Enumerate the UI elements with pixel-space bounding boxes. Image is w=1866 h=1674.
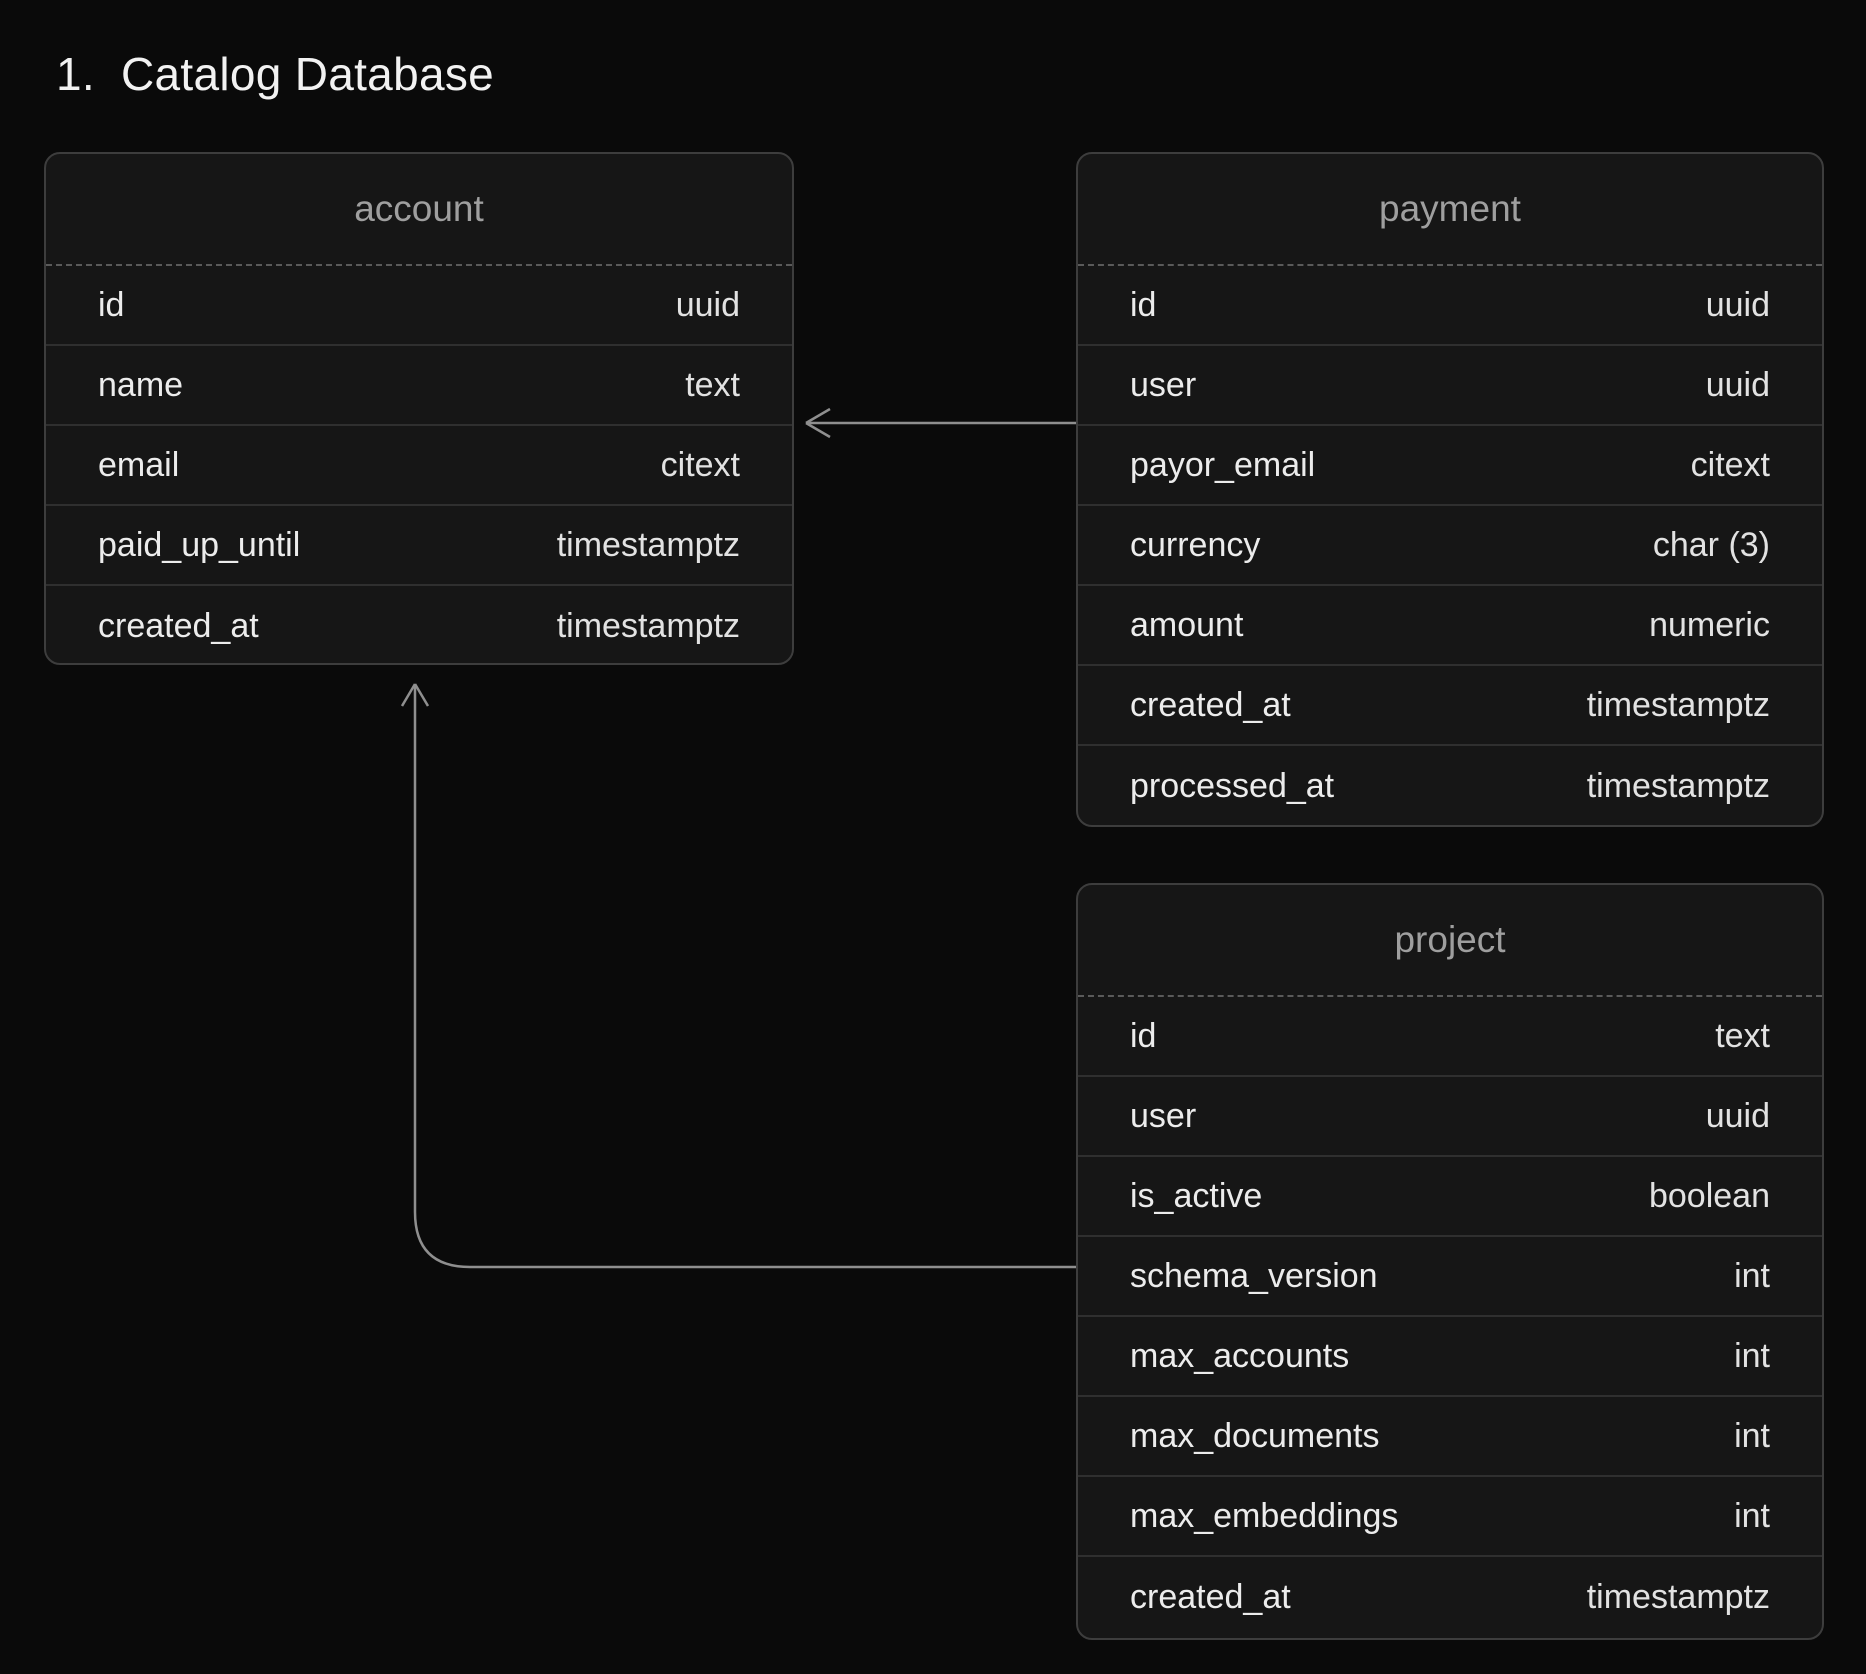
column-type: uuid: [1706, 286, 1770, 325]
table-payment-rows: iduuiduseruuidpayor_emailcitextcurrencyc…: [1078, 266, 1822, 826]
column-type: text: [1715, 1017, 1770, 1056]
column-name: paid_up_until: [98, 526, 300, 565]
column-row: created_at timestamptz: [1078, 666, 1822, 746]
column-name: currency: [1130, 526, 1260, 565]
column-name: schema_version: [1130, 1257, 1378, 1296]
column-name: id: [98, 286, 124, 325]
table-name: payment: [1078, 154, 1822, 266]
column-row: max_embeddings int: [1078, 1477, 1822, 1557]
column-type: numeric: [1649, 606, 1770, 645]
column-row: user uuid: [1078, 1077, 1822, 1157]
column-name: created_at: [98, 607, 259, 646]
page-title-text: Catalog Database: [121, 50, 494, 98]
column-type: timestamptz: [1587, 686, 1770, 725]
column-name: max_documents: [1130, 1417, 1379, 1456]
column-type: char (3): [1653, 526, 1770, 565]
column-name: created_at: [1130, 686, 1291, 725]
column-type: citext: [661, 446, 740, 485]
column-type: int: [1734, 1337, 1770, 1376]
column-name: email: [98, 446, 179, 485]
page-title-number: 1.: [56, 50, 95, 98]
column-row: created_at timestamptz: [1078, 1557, 1822, 1637]
column-row: is_active boolean: [1078, 1157, 1822, 1237]
table-name: account: [46, 154, 792, 266]
column-type: uuid: [1706, 366, 1770, 405]
column-type: uuid: [1706, 1097, 1770, 1136]
table-account-rows: iduuidnametextemailcitextpaid_up_untilti…: [46, 266, 792, 665]
column-type: int: [1734, 1257, 1770, 1296]
column-name: is_active: [1130, 1177, 1262, 1216]
column-row: paid_up_until timestamptz: [46, 506, 792, 586]
column-row: email citext: [46, 426, 792, 506]
table-name: project: [1078, 885, 1822, 997]
table-account[interactable]: account id uuid name text email citext paid_up…: [44, 152, 794, 665]
left-arrowhead-icon: [806, 409, 830, 437]
column-type: citext: [1691, 446, 1770, 485]
column-row: max_documents int: [1078, 1397, 1822, 1477]
column-row: user uuid: [1078, 346, 1822, 426]
column-row: id uuid: [1078, 266, 1822, 346]
column-name: max_embeddings: [1130, 1497, 1398, 1536]
column-name: user: [1130, 366, 1196, 405]
column-type: boolean: [1649, 1177, 1770, 1216]
column-row: id text: [1078, 997, 1822, 1077]
column-name: payor_email: [1130, 446, 1315, 485]
column-row: currency char (3): [1078, 506, 1822, 586]
table-payment[interactable]: payment id uuid user uuid payor_email citext c…: [1076, 152, 1824, 827]
column-name: max_accounts: [1130, 1337, 1349, 1376]
diagram-canvas: 1. Catalog Database account id uuid name te…: [0, 0, 1866, 1674]
column-type: timestamptz: [557, 526, 740, 565]
column-type: text: [685, 366, 740, 405]
column-type: timestamptz: [1587, 767, 1770, 806]
table-project-rows: id text user uuid is_active boolean schema_ver…: [1078, 997, 1822, 1637]
column-name: id: [1130, 286, 1156, 325]
column-name: processed_at: [1130, 767, 1334, 806]
column-type: int: [1734, 1417, 1770, 1456]
column-row: id uuid: [46, 266, 792, 346]
column-name: amount: [1130, 606, 1243, 645]
column-row: processed_at timestamptz: [1078, 746, 1822, 826]
project-to-account-connector: [415, 684, 1076, 1267]
column-type: timestamptz: [1587, 1578, 1770, 1617]
column-name: id: [1130, 1017, 1156, 1056]
column-type: uuid: [676, 286, 740, 325]
column-row: schema_version int: [1078, 1237, 1822, 1317]
column-row: amount numeric: [1078, 586, 1822, 666]
column-row: max_accounts int: [1078, 1317, 1822, 1397]
page-title: 1. Catalog Database: [56, 50, 494, 98]
column-name: created_at: [1130, 1578, 1291, 1617]
column-row: created_at timestamptz: [46, 586, 792, 665]
up-arrowhead-icon: [402, 684, 428, 706]
column-type: int: [1734, 1497, 1770, 1536]
column-row: name text: [46, 346, 792, 426]
column-row: payor_email citext: [1078, 426, 1822, 506]
column-name: user: [1130, 1097, 1196, 1136]
table-project[interactable]: project id text user uuid is_active boolean sc…: [1076, 883, 1824, 1640]
column-type: timestamptz: [557, 607, 740, 646]
column-name: name: [98, 366, 183, 405]
